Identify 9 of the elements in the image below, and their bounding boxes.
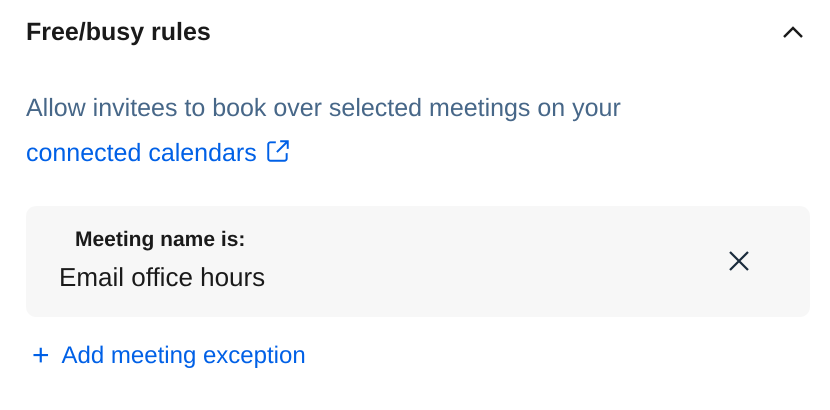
rule-label: Meeting name is:	[75, 228, 246, 252]
chevron-icon	[782, 25, 804, 39]
add-meeting-exception-button[interactable]: + Add meeting exception	[32, 341, 306, 371]
close-icon	[728, 250, 750, 272]
section-title: Free/busy rules	[26, 18, 211, 46]
rule-value: Email office hours	[59, 262, 266, 293]
external-link-icon	[264, 138, 291, 164]
connected-calendars-link[interactable]: connected calendars	[26, 139, 291, 167]
description: Allow invitees to book over selected meetings on your connected calendars	[26, 93, 622, 169]
